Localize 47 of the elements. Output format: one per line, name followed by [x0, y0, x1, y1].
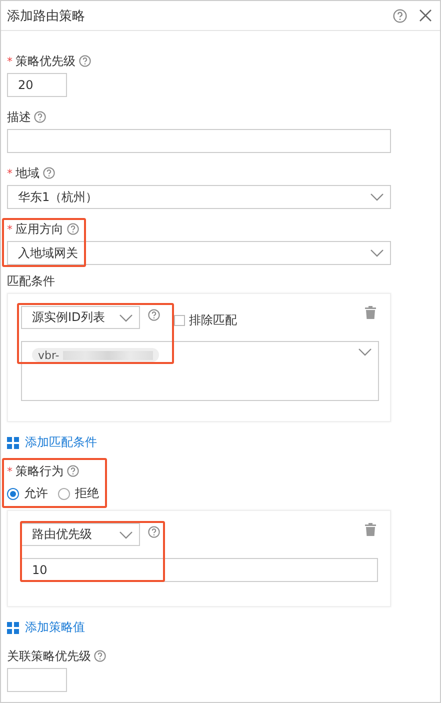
text-field[interactable]	[7, 129, 391, 153]
help-icon[interactable]	[148, 526, 160, 538]
required-mark: *	[7, 464, 12, 478]
required-mark: *	[7, 166, 12, 180]
help-icon[interactable]	[94, 650, 106, 662]
add-icon	[7, 436, 19, 448]
required-mark: *	[7, 222, 12, 236]
help-icon[interactable]	[78, 55, 90, 67]
close-icon[interactable]	[419, 9, 432, 22]
radio-option[interactable]: 拒绝	[58, 485, 99, 502]
caret-icon	[370, 249, 384, 257]
help-icon[interactable]	[34, 111, 46, 123]
field-label: 匹配条件	[7, 272, 55, 290]
field-label: 描述	[7, 108, 31, 126]
help-icon[interactable]	[148, 309, 160, 321]
field-label: 关联策略优先级	[7, 648, 91, 664]
help-icon[interactable]	[66, 223, 78, 235]
checkbox[interactable]	[174, 315, 185, 326]
text-field[interactable]: 10	[21, 558, 378, 582]
trash-icon[interactable]	[365, 523, 376, 536]
field-label: 策略优先级	[16, 52, 76, 70]
add-condition-link[interactable]: 添加匹配条件	[7, 434, 97, 451]
field-label: 地域	[16, 164, 40, 182]
multi-select-field[interactable]: vbr-	[21, 341, 379, 401]
add-icon	[7, 622, 19, 634]
help-icon[interactable]	[393, 8, 407, 22]
text-field[interactable]	[7, 668, 67, 692]
trash-icon[interactable]	[365, 306, 376, 319]
help-icon[interactable]	[66, 465, 78, 477]
field-label: 策略行为	[16, 462, 64, 480]
select-field[interactable]: 路由优先级	[21, 523, 140, 546]
select-field[interactable]: 入地域网关	[7, 241, 391, 265]
radio-option[interactable]: 允许	[7, 485, 48, 502]
tag: vbr-	[32, 348, 160, 362]
required-mark: *	[7, 54, 12, 68]
select-field[interactable]: 源实例ID列表	[21, 306, 140, 329]
select-field[interactable]: 华东1（杭州）	[7, 185, 391, 209]
field-label: 应用方向	[16, 220, 64, 238]
add-value-link[interactable]: 添加策略值	[7, 619, 85, 636]
caret-icon	[119, 314, 133, 322]
checkbox-label: 排除匹配	[189, 312, 237, 329]
caret-icon	[370, 193, 384, 201]
caret-icon	[119, 530, 133, 538]
text-field[interactable]: 20	[7, 73, 67, 97]
dialog-title: 添加路由策略	[7, 8, 86, 24]
help-icon[interactable]	[42, 167, 54, 179]
caret-icon	[358, 348, 372, 356]
